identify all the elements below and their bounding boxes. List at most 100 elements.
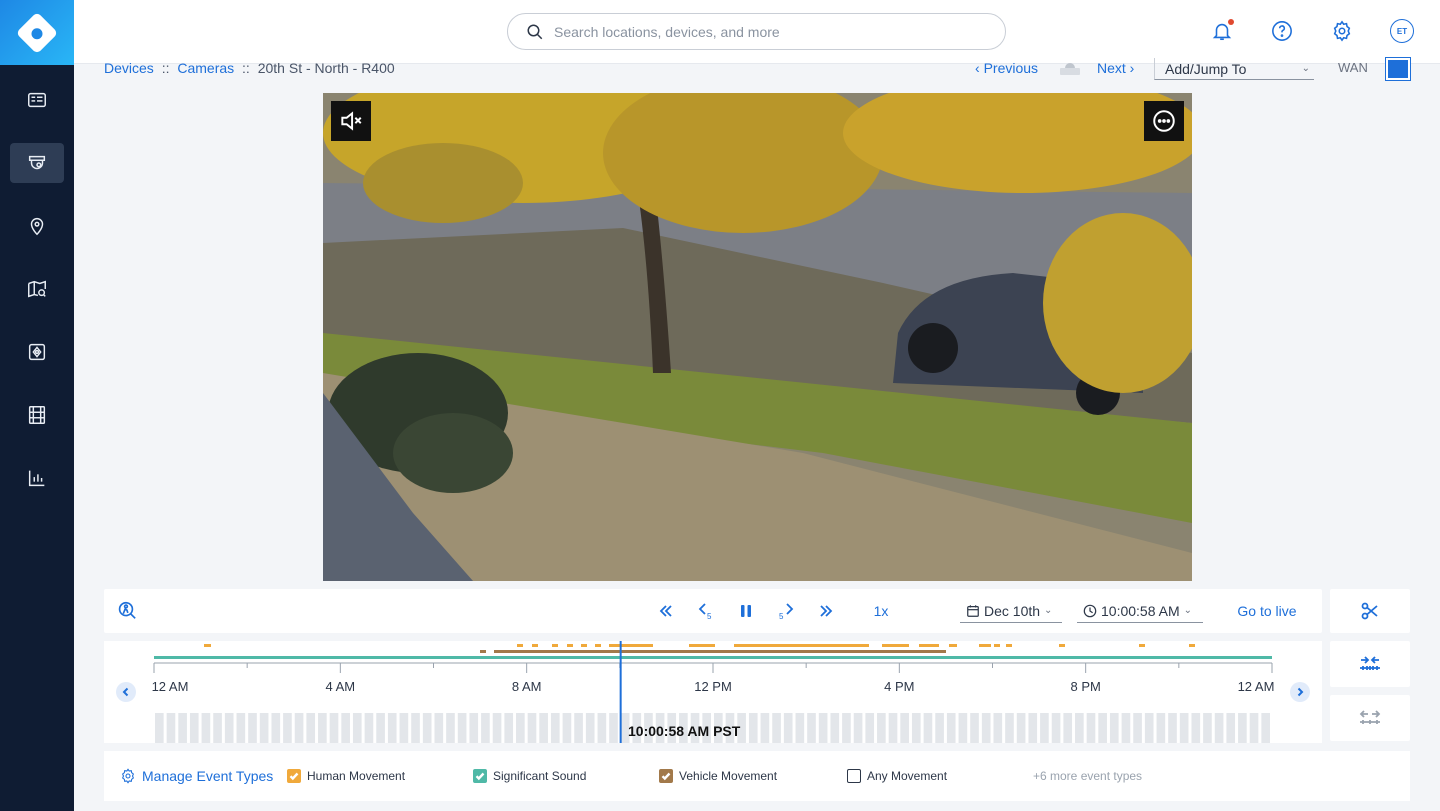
network-status-icon[interactable] [1385, 57, 1411, 81]
more-event-types-link[interactable]: +6 more event types [1033, 769, 1142, 783]
top-bar: ET [74, 0, 1440, 64]
more-options-button[interactable] [1144, 101, 1184, 141]
human-movement-segment [734, 644, 869, 647]
mute-button[interactable] [331, 101, 371, 141]
pause-button[interactable] [734, 599, 758, 623]
pin-icon [30, 218, 44, 236]
pause-icon [741, 605, 751, 617]
timeline-thumbnail [318, 713, 327, 743]
timeline-thumbnail [1098, 713, 1107, 743]
human-movement-segment [1059, 644, 1065, 647]
date-picker[interactable]: Dec 10th ⌄ [960, 599, 1062, 623]
time-picker[interactable]: 10:00:58 AM ⌄ [1077, 599, 1203, 623]
clock-icon [1083, 604, 1097, 617]
video-player[interactable] [323, 93, 1192, 581]
event-type-label: Any Movement [867, 769, 948, 783]
go-to-live-button[interactable]: Go to live [1232, 599, 1302, 623]
human-movement-segment [609, 644, 653, 647]
sidebar-item-map[interactable] [10, 269, 64, 309]
avatar[interactable]: ET [1390, 19, 1414, 43]
timeline-thumbnail [807, 713, 816, 743]
human-movement-segment [949, 644, 957, 647]
clip-button[interactable] [1330, 589, 1410, 633]
timeline-thumbnail [597, 713, 607, 743]
notifications-button[interactable] [1210, 19, 1234, 43]
sidebar-item-locations[interactable] [10, 206, 64, 246]
double-chevron-right-icon [820, 605, 833, 617]
timeline-thumbnail [376, 713, 385, 743]
timeline-thumbnail [1063, 713, 1073, 743]
timeline-thumbnail [946, 713, 956, 743]
add-jump-select[interactable]: Add/Jump To ⌄ [1154, 58, 1314, 80]
timeline-next-button[interactable] [1290, 682, 1310, 702]
event-type-checkbox[interactable]: Any Movement [847, 769, 947, 783]
human-movement-segment [532, 644, 538, 647]
event-type-checkbox[interactable]: Significant Sound [473, 769, 586, 783]
fast-forward-button[interactable] [814, 599, 838, 623]
help-button[interactable] [1270, 19, 1294, 43]
human-movement-segment [552, 644, 558, 647]
timeline-thumbnail [842, 713, 851, 743]
timeline-thumbnail [504, 713, 514, 743]
event-type-checkbox[interactable]: Vehicle Movement [659, 769, 777, 783]
event-legend: Manage Event Types Human Movement Signifi… [104, 751, 1410, 801]
speed-button[interactable]: 1x [866, 599, 896, 623]
back-5-button[interactable]: 5 [694, 599, 718, 623]
smart-search-button[interactable] [114, 599, 138, 623]
timeline-thumbnail [1179, 713, 1189, 743]
event-type-label: Significant Sound [493, 769, 587, 783]
timeline-thumbnail [795, 713, 805, 743]
forward-5-button[interactable]: 5 [774, 599, 798, 623]
sidebar-item-analytics[interactable] [10, 458, 64, 498]
timeline-thumbnail [1016, 713, 1026, 743]
breadcrumb-devices[interactable]: Devices [104, 60, 154, 76]
film-icon [28, 406, 46, 424]
breadcrumb-cameras[interactable]: Cameras [177, 60, 234, 76]
timeline-tick-label: 12 AM [151, 679, 189, 694]
timeline-thumbnail [213, 713, 222, 743]
timeline-thumbnail [772, 713, 781, 743]
human-movement-segment [994, 644, 1000, 647]
search-input[interactable] [554, 23, 974, 40]
timeline-tick-label: 4 AM [325, 679, 356, 694]
map-search-icon [28, 280, 46, 298]
timeline-tick-label: 4 PM [884, 679, 915, 694]
person-search-icon [118, 601, 136, 619]
zoom-out-timeline-button[interactable] [1330, 695, 1410, 741]
search-box[interactable] [507, 13, 1006, 50]
next-link[interactable]: Next › [1097, 60, 1134, 76]
svg-text:5: 5 [707, 612, 712, 621]
sidebar-item-dashboard[interactable] [10, 80, 64, 120]
timeline-thumbnail [760, 713, 770, 743]
date-value: Dec 10th [984, 602, 1041, 619]
timeline-thumbnail [585, 713, 595, 743]
timeline-thumbnail [434, 713, 444, 743]
event-type-label: Human Movement [307, 769, 406, 783]
human-movement-segment [595, 644, 601, 647]
sidebar-item-media[interactable] [10, 395, 64, 435]
rewind-button[interactable] [654, 599, 678, 623]
timeline-thumbnail [271, 713, 281, 743]
human-movement-segment [919, 644, 939, 647]
settings-button[interactable] [1330, 19, 1354, 43]
previous-link[interactable]: ‹ Previous [975, 60, 1038, 76]
zoom-in-timeline-button[interactable] [1330, 641, 1410, 687]
compress-arrows-icon [1360, 656, 1380, 670]
checkbox-empty-icon [847, 769, 861, 783]
timeline-thumbnail [283, 713, 292, 743]
timeline[interactable]: 12 AM 4 AM 8 AM 12 PM 4 PM 8 PM 12 AM 10:00:58… [104, 641, 1322, 743]
manage-event-types-button[interactable]: Manage Event Types [120, 768, 273, 784]
timeline-prev-button[interactable] [116, 682, 136, 702]
sidebar-item-access[interactable] [10, 332, 64, 372]
timeline-thumbnail [259, 713, 269, 743]
timeline-thumbnail [446, 713, 455, 743]
human-movement-segment [517, 644, 523, 647]
timeline-thumbnail [1249, 713, 1259, 743]
human-movement-segment [1189, 644, 1195, 647]
logo[interactable] [0, 0, 74, 65]
timeline-thumbnail [236, 713, 246, 743]
event-type-checkbox[interactable]: Human Movement [287, 769, 405, 783]
timeline-thumbnail [1075, 713, 1084, 743]
checkbox-checked-icon [287, 769, 301, 783]
sidebar-item-cameras[interactable] [10, 143, 64, 183]
